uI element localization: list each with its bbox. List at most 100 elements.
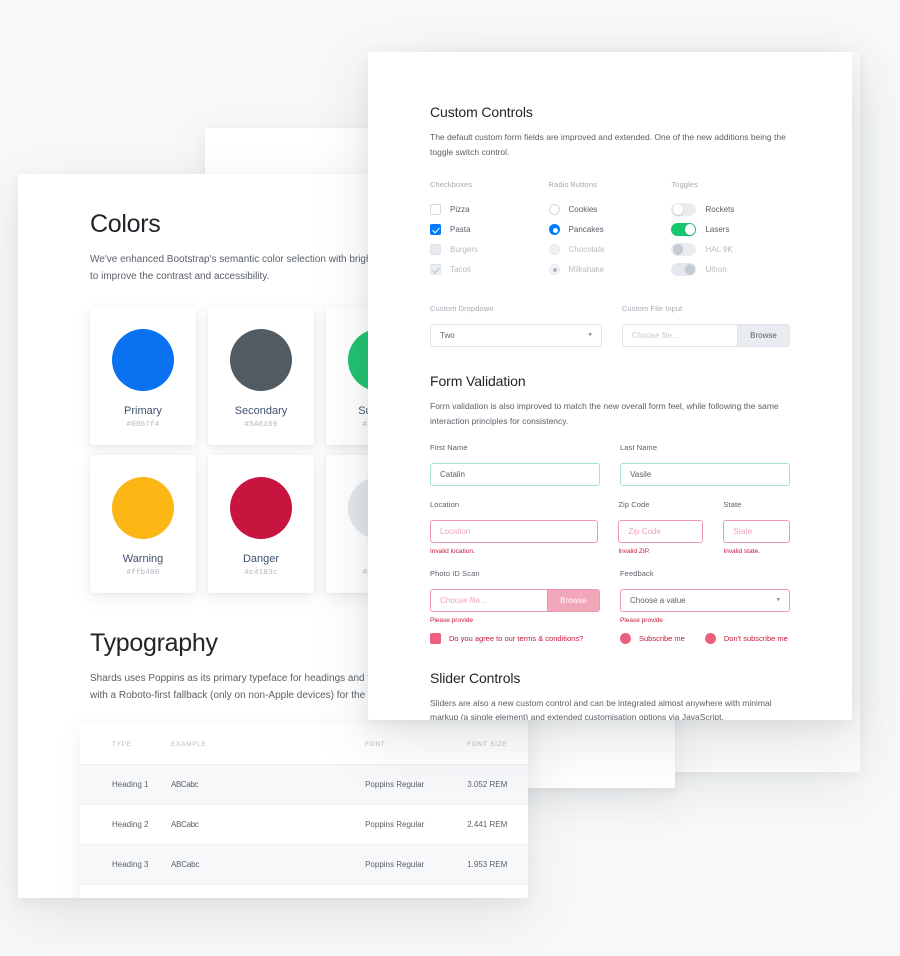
location-error: Invalid location. [430, 547, 475, 555]
toggle-switch[interactable] [671, 262, 697, 276]
typography-example: ABCabc [161, 885, 355, 899]
checkbox-icon[interactable] [430, 203, 441, 215]
custom-dropdown-value: Two [440, 330, 455, 340]
terms-label: Do you agree to our terms & conditions? [449, 633, 584, 643]
toggle-switch[interactable] [671, 242, 697, 256]
checkbox-option[interactable]: Burgers [430, 240, 549, 259]
chevron-updown-icon: ▾ [588, 331, 592, 339]
checkbox-label: Pasta [450, 224, 471, 234]
custom-file-browse-button[interactable]: Browse [737, 324, 789, 346]
typography-table: TYPEEXAMPLEFONTFONT SIZEFONT LINE HEIGHT… [80, 724, 528, 898]
toggle-label: Rockets [705, 204, 735, 214]
radio-option[interactable]: Cookies [548, 200, 672, 219]
toggle-switch[interactable] [671, 202, 697, 216]
slider-controls-title: Slider Controls [430, 669, 521, 686]
radio-option[interactable]: Chocolate [548, 240, 672, 259]
radio-option[interactable]: Pancakes [548, 220, 672, 239]
typography-example: ABCabc [161, 764, 356, 805]
color-swatch-name: Primary [124, 405, 162, 417]
color-swatch-hex: #ffb400 [126, 569, 160, 577]
custom-file-placeholder: Choose file... [631, 330, 679, 340]
checkbox-group: Checkboxes Pizza Pasta Burgers Tacos [430, 180, 549, 280]
photo-id-browse-button[interactable]: Browse [547, 589, 599, 611]
form-validation-section: Form Validation Form validation is also … [430, 373, 791, 644]
radio-icon[interactable] [548, 243, 560, 255]
last-name-input[interactable]: Vasile [620, 462, 790, 486]
slider-controls-description: Sliders are also a new custom control an… [430, 697, 772, 721]
typography-size: 1.953 REM [457, 844, 528, 885]
location-input[interactable]: Location [430, 519, 599, 543]
checkbox-icon[interactable] [430, 243, 441, 255]
last-name-value: Vasile [630, 469, 652, 479]
toggle-switch[interactable] [671, 222, 697, 236]
checkbox-label: Burgers [450, 244, 479, 254]
toggle-label: Lasers [705, 224, 730, 234]
typography-column-header: FONT SIZE [457, 724, 528, 765]
terms-checkbox[interactable] [430, 632, 441, 644]
zip-input[interactable]: Zip Code [618, 519, 704, 543]
toggle-option[interactable]: HAL 9K [671, 240, 790, 259]
custom-file-input[interactable]: Choose file... Browse [621, 323, 790, 347]
toggle-option[interactable]: Lasers [671, 220, 790, 239]
state-label: State [723, 499, 742, 509]
radio-option[interactable]: Milkshake [548, 260, 672, 279]
chevron-updown-icon: ▾ [776, 596, 780, 604]
table-row: Heading 2ABCabcPoppins Regular2.441 REM2… [80, 804, 528, 845]
color-swatch-name: Secondary [234, 405, 288, 417]
typography-type: Heading 2 [80, 804, 162, 845]
color-swatch-circle [230, 329, 292, 391]
table-row: Heading 1ABCabcPoppins Regular3.052 REM2… [80, 764, 528, 805]
radio-icon[interactable] [548, 223, 560, 235]
zip-placeholder: Zip Code [628, 526, 661, 536]
subscribe-no-radio[interactable] [704, 632, 716, 644]
typography-table-header: TYPEEXAMPLEFONTFONT SIZEFONT LINE HEIGHT [80, 724, 528, 765]
typography-type: Heading 3 [80, 844, 162, 885]
checkbox-icon[interactable] [430, 263, 441, 275]
custom-dropdown-select[interactable]: Two ▾ [430, 323, 602, 347]
subscribe-yes-radio[interactable] [620, 632, 631, 644]
first-name-input[interactable]: Catalin [430, 462, 600, 486]
radio-group: Radio Buttons Cookies Pancakes Chocolate Mi… [548, 180, 672, 280]
checkbox-option[interactable]: Tacos [430, 260, 549, 279]
checkbox-icon[interactable] [430, 223, 441, 235]
checkbox-label: Tacos [450, 264, 471, 274]
state-field: State State Invalid state. [723, 499, 791, 555]
state-input[interactable]: State [723, 519, 791, 543]
toggle-option[interactable]: Rockets [671, 200, 790, 219]
custom-file-field: Custom File Input Choose file... Browse [621, 304, 790, 347]
subscribe-yes-option[interactable]: Subscribe me [620, 632, 685, 644]
typography-example: ABCabc [161, 844, 356, 885]
typography-size: 2.441 REM [457, 804, 528, 845]
zip-label: Zip Code [618, 499, 650, 509]
feedback-error: Please provide [620, 616, 663, 624]
location-field: Location Location Invalid location. [430, 500, 599, 555]
typography-font: System UI / Roboto [355, 885, 457, 899]
radio-icon[interactable] [548, 263, 560, 275]
toggle-label: HAL 9K [705, 244, 733, 254]
color-swatch-circle [112, 477, 174, 539]
zip-field: Zip Code Zip Code Invalid ZIP. [618, 499, 704, 555]
photo-id-placeholder: Choose file... [440, 595, 487, 605]
photo-id-error: Please provide [430, 616, 473, 624]
subscribe-no-label: Don't subscribe me [723, 633, 788, 643]
toggle-option[interactable]: Ultron [671, 260, 790, 279]
custom-controls-title: Custom Controls [430, 104, 533, 120]
radio-icon[interactable] [548, 203, 560, 215]
color-swatch-circle [230, 477, 292, 539]
feedback-select[interactable]: Choose a value ▾ [620, 588, 790, 612]
custom-dropdown-field: Custom Dropdown Two ▾ [430, 304, 602, 347]
typography-column-header: EXAMPLE [161, 724, 356, 765]
slider-controls-section: Slider Controls Sliders are also a new c… [430, 670, 790, 721]
terms-consent-row[interactable]: Do you agree to our terms & conditions? [430, 632, 600, 644]
checkbox-option[interactable]: Pizza [430, 200, 549, 219]
photo-id-file-input[interactable]: Choose file... Browse [430, 588, 600, 612]
custom-dropdown-label: Custom Dropdown [430, 303, 494, 313]
typography-type: Paragraph [80, 885, 161, 899]
typography-type: Heading 1 [80, 764, 162, 805]
checkbox-option[interactable]: Pasta [430, 220, 549, 239]
color-swatch-hex: #0067f4 [126, 421, 160, 429]
color-swatch-circle [112, 329, 174, 391]
custom-controls-section: Custom Controls The default custom form … [430, 104, 790, 347]
photo-id-field: Photo ID Scan Choose file... Browse Plea… [430, 569, 600, 644]
subscribe-no-option[interactable]: Don't subscribe me [704, 632, 788, 644]
